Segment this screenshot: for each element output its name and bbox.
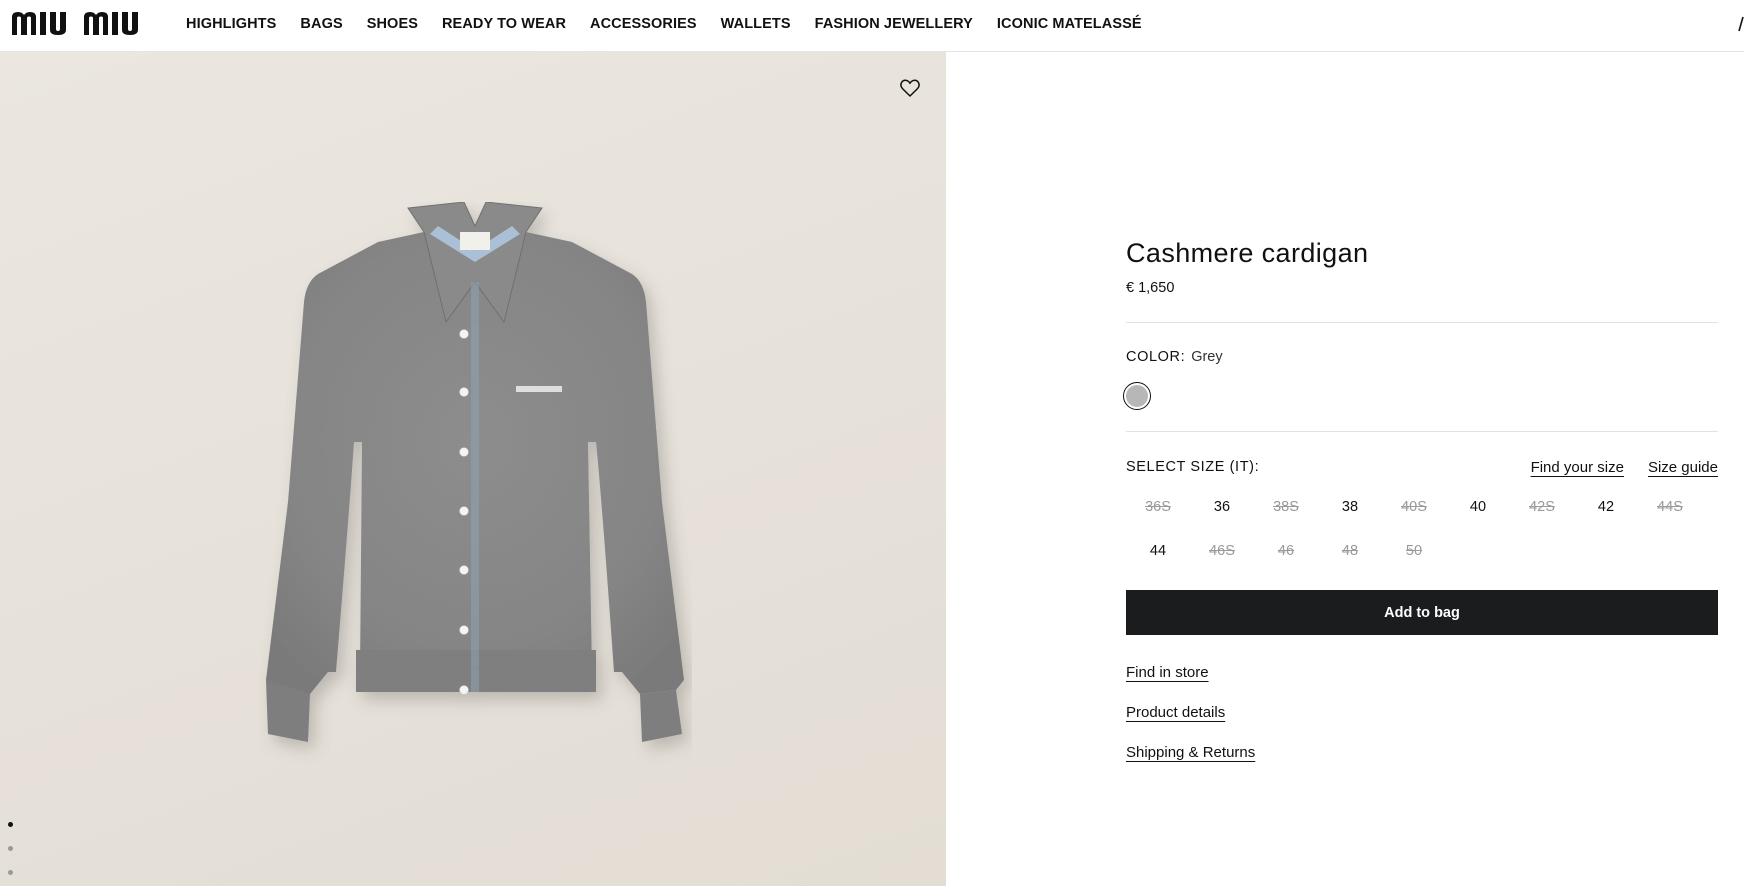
size-option-42s[interactable]: 42S — [1510, 494, 1574, 520]
product-details-link[interactable]: Product details — [1126, 704, 1225, 721]
size-option-44[interactable]: 44 — [1126, 538, 1190, 564]
nav-item-bags[interactable]: BAGS — [300, 16, 342, 32]
size-header: SELECT SIZE (IT): Find your size Size gu… — [1126, 459, 1718, 479]
size-options: 36S 36 38S 38 40S 40 42S 42 44S 44 46S 46 48 50 — [1126, 494, 1718, 564]
size-option-48[interactable]: 48 — [1318, 538, 1382, 564]
swatch-fill — [1126, 385, 1148, 407]
product-gallery[interactable] — [0, 52, 946, 886]
miu-miu-logo[interactable] — [12, 11, 160, 37]
size-option-36[interactable]: 36 — [1190, 494, 1254, 520]
size-option-40s[interactable]: 40S — [1382, 494, 1446, 520]
color-value: Grey — [1191, 349, 1223, 365]
product-title: Cashmere cardigan — [1126, 238, 1369, 268]
color-swatch-grey[interactable] — [1123, 382, 1151, 410]
heart-icon[interactable] — [898, 76, 922, 100]
site-header: HIGHLIGHTS BAGS SHOES READY TO WEAR ACCE… — [0, 0, 1744, 52]
size-option-40[interactable]: 40 — [1446, 494, 1510, 520]
size-option-46[interactable]: 46 — [1254, 538, 1318, 564]
size-label: SELECT SIZE (IT): — [1126, 459, 1260, 475]
divider — [1126, 322, 1718, 323]
color-row: COLOR: Grey — [1126, 349, 1223, 365]
size-option-50[interactable]: 50 — [1382, 538, 1446, 564]
nav-item-fashion-jewellery[interactable]: FASHION JEWELLERY — [815, 16, 973, 32]
size-option-36s[interactable]: 36S — [1126, 494, 1190, 520]
shipping-returns-link[interactable]: Shipping & Returns — [1126, 744, 1255, 761]
size-option-42[interactable]: 42 — [1574, 494, 1638, 520]
find-in-store-link[interactable]: Find in store — [1126, 664, 1209, 681]
size-guide-link[interactable]: Size guide — [1648, 459, 1718, 476]
add-to-bag-button[interactable]: Add to bag — [1126, 590, 1718, 635]
size-option-46s[interactable]: 46S — [1190, 538, 1254, 564]
size-option-38s[interactable]: 38S — [1254, 494, 1318, 520]
nav-item-wallets[interactable]: WALLETS — [721, 16, 791, 32]
color-label: COLOR: — [1126, 349, 1186, 365]
size-links: Find your size Size guide — [1507, 459, 1718, 476]
main-nav: HIGHLIGHTS BAGS SHOES READY TO WEAR ACCE… — [186, 0, 1166, 48]
gallery-dot-1[interactable] — [8, 822, 13, 827]
nav-item-shoes[interactable]: SHOES — [367, 16, 418, 32]
nav-item-highlights[interactable]: HIGHLIGHTS — [186, 16, 276, 32]
gallery-pagination — [8, 822, 13, 886]
find-your-size-link[interactable]: Find your size — [1531, 459, 1624, 476]
product-price: € 1,650 — [1126, 280, 1175, 296]
size-option-38[interactable]: 38 — [1318, 494, 1382, 520]
nav-item-iconic-matelasse[interactable]: ICONIC MATELASSÉ — [997, 16, 1142, 32]
account-icon[interactable] — [1738, 16, 1744, 32]
divider — [1126, 431, 1718, 432]
gallery-dot-2[interactable] — [8, 846, 13, 851]
gallery-dot-3[interactable] — [8, 870, 13, 875]
size-option-44s[interactable]: 44S — [1638, 494, 1702, 520]
product-image-cardigan — [266, 202, 684, 742]
nav-item-ready-to-wear[interactable]: READY TO WEAR — [442, 16, 566, 32]
logo-wordmark — [12, 12, 138, 35]
nav-item-accessories[interactable]: ACCESSORIES — [590, 16, 697, 32]
